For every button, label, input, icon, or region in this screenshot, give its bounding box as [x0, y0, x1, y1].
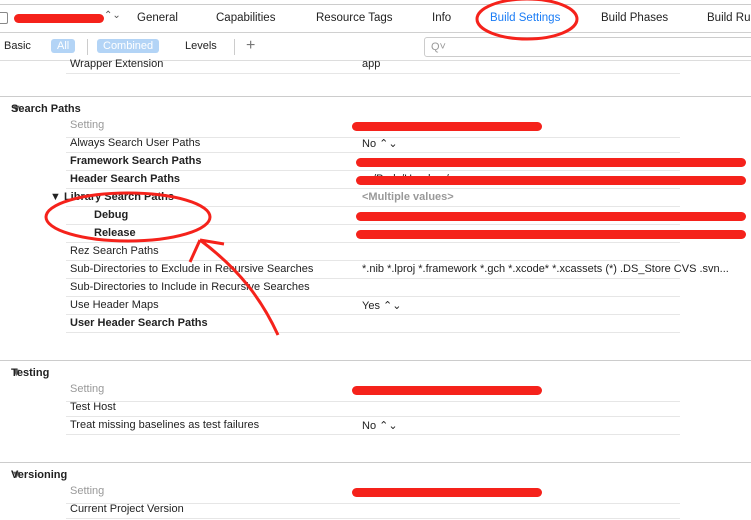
- sidebar-toggle-checkbox[interactable]: [0, 12, 8, 24]
- setting-value: Yes ⌃⌄: [362, 300, 402, 312]
- setting-label: Setting: [70, 383, 105, 395]
- redaction-mark: [352, 488, 542, 497]
- setting-label: Rez Search Paths: [70, 245, 159, 257]
- setting-value: No ⌃⌄: [362, 138, 398, 150]
- setting-label: Release: [94, 227, 136, 239]
- filter-combined[interactable]: Combined: [97, 39, 160, 53]
- section-title: Search Paths: [11, 103, 81, 115]
- setting-row[interactable]: Release…: [66, 225, 746, 243]
- setting-row[interactable]: Use Header Maps Yes ⌃⌄: [66, 297, 680, 315]
- tab-info[interactable]: Info: [432, 12, 451, 24]
- setting-row[interactable]: Framework Search Paths…: [66, 153, 746, 171]
- filter-all[interactable]: All: [51, 39, 76, 53]
- section-header[interactable]: ▼ Search Paths: [0, 96, 751, 116]
- setting-label: Wrapper Extension: [70, 58, 164, 70]
- setting-label: Test Host: [70, 401, 116, 413]
- setting-label: ▼ Library Search Paths: [50, 191, 174, 203]
- target-updown-icon[interactable]: ⌃⌄: [104, 10, 121, 21]
- setting-value: No ⌃⌄: [362, 420, 398, 432]
- setting-label: Sub-Directories to Exclude in Recursive …: [70, 263, 314, 275]
- filter-basic[interactable]: Basic: [0, 39, 37, 53]
- setting-label: Current Project Version: [70, 503, 184, 515]
- filter-levels[interactable]: Levels: [179, 39, 223, 53]
- setting-label: Debug: [94, 209, 129, 221]
- setting-row[interactable]: Test Host: [66, 399, 680, 417]
- setting-row[interactable]: Sub-Directories to Include in Recursive …: [66, 279, 680, 297]
- add-setting-button[interactable]: +: [240, 36, 261, 56]
- setting-row[interactable]: Debug…: [66, 207, 746, 225]
- redaction-mark: [356, 158, 746, 167]
- redaction-mark: [352, 122, 542, 131]
- tab-build-phases[interactable]: Build Phases: [601, 12, 668, 24]
- redaction-mark: [356, 230, 746, 239]
- target-selector-redacted[interactable]: [14, 14, 104, 23]
- divider: [234, 39, 235, 55]
- setting-row[interactable]: Header Search Paths…/Pods/Headers/…: [66, 171, 746, 189]
- tab-build-rules[interactable]: Build Ru: [707, 12, 750, 24]
- setting-label: Always Search User Paths: [70, 137, 201, 149]
- setting-row[interactable]: Wrapper Extension app: [66, 56, 680, 74]
- section-title: Testing: [11, 367, 50, 379]
- tab-general[interactable]: General: [137, 12, 178, 24]
- setting-label: Setting: [70, 485, 105, 497]
- section-title: Versioning: [11, 469, 68, 481]
- editor-tab-bar: ⌃⌄ General Capabilities Resource Tags In…: [0, 4, 751, 33]
- section-header[interactable]: ▼ Versioning: [0, 462, 751, 482]
- setting-label: Header Search Paths: [70, 173, 181, 185]
- tab-resource-tags[interactable]: Resource Tags: [316, 12, 393, 24]
- setting-label: User Header Search Paths: [70, 317, 208, 329]
- setting-label: Framework Search Paths: [70, 155, 202, 167]
- setting-row[interactable]: User Header Search Paths: [66, 315, 680, 333]
- search-input[interactable]: Q˅: [424, 37, 751, 57]
- redaction-mark: [352, 386, 542, 395]
- setting-row[interactable]: ▼ Library Search Paths <Multiple values>: [50, 189, 680, 207]
- setting-label: Setting: [70, 119, 105, 131]
- setting-label: Treat missing baselines as test failures: [70, 419, 260, 431]
- tab-build-settings[interactable]: Build Settings: [490, 12, 560, 24]
- setting-row[interactable]: Current Project Version: [66, 501, 680, 519]
- setting-value: *.nib *.lproj *.framework *.gch *.xcode*…: [362, 263, 729, 275]
- setting-value: <Multiple values>: [362, 191, 454, 203]
- setting-row[interactable]: Sub-Directories to Exclude in Recursive …: [66, 261, 729, 279]
- setting-row[interactable]: Treat missing baselines as test failures…: [66, 417, 680, 435]
- setting-row[interactable]: Always Search User Paths No ⌃⌄: [66, 135, 680, 153]
- redaction-mark: [356, 176, 746, 185]
- section-header[interactable]: ▼ Testing: [0, 360, 751, 380]
- divider: [87, 39, 88, 55]
- setting-value: app: [362, 58, 381, 70]
- setting-label: Use Header Maps: [70, 299, 159, 311]
- redaction-mark: [356, 212, 746, 221]
- setting-label: Sub-Directories to Include in Recursive …: [70, 281, 310, 293]
- tab-capabilities[interactable]: Capabilities: [216, 12, 275, 24]
- setting-row[interactable]: Rez Search Paths: [66, 243, 680, 261]
